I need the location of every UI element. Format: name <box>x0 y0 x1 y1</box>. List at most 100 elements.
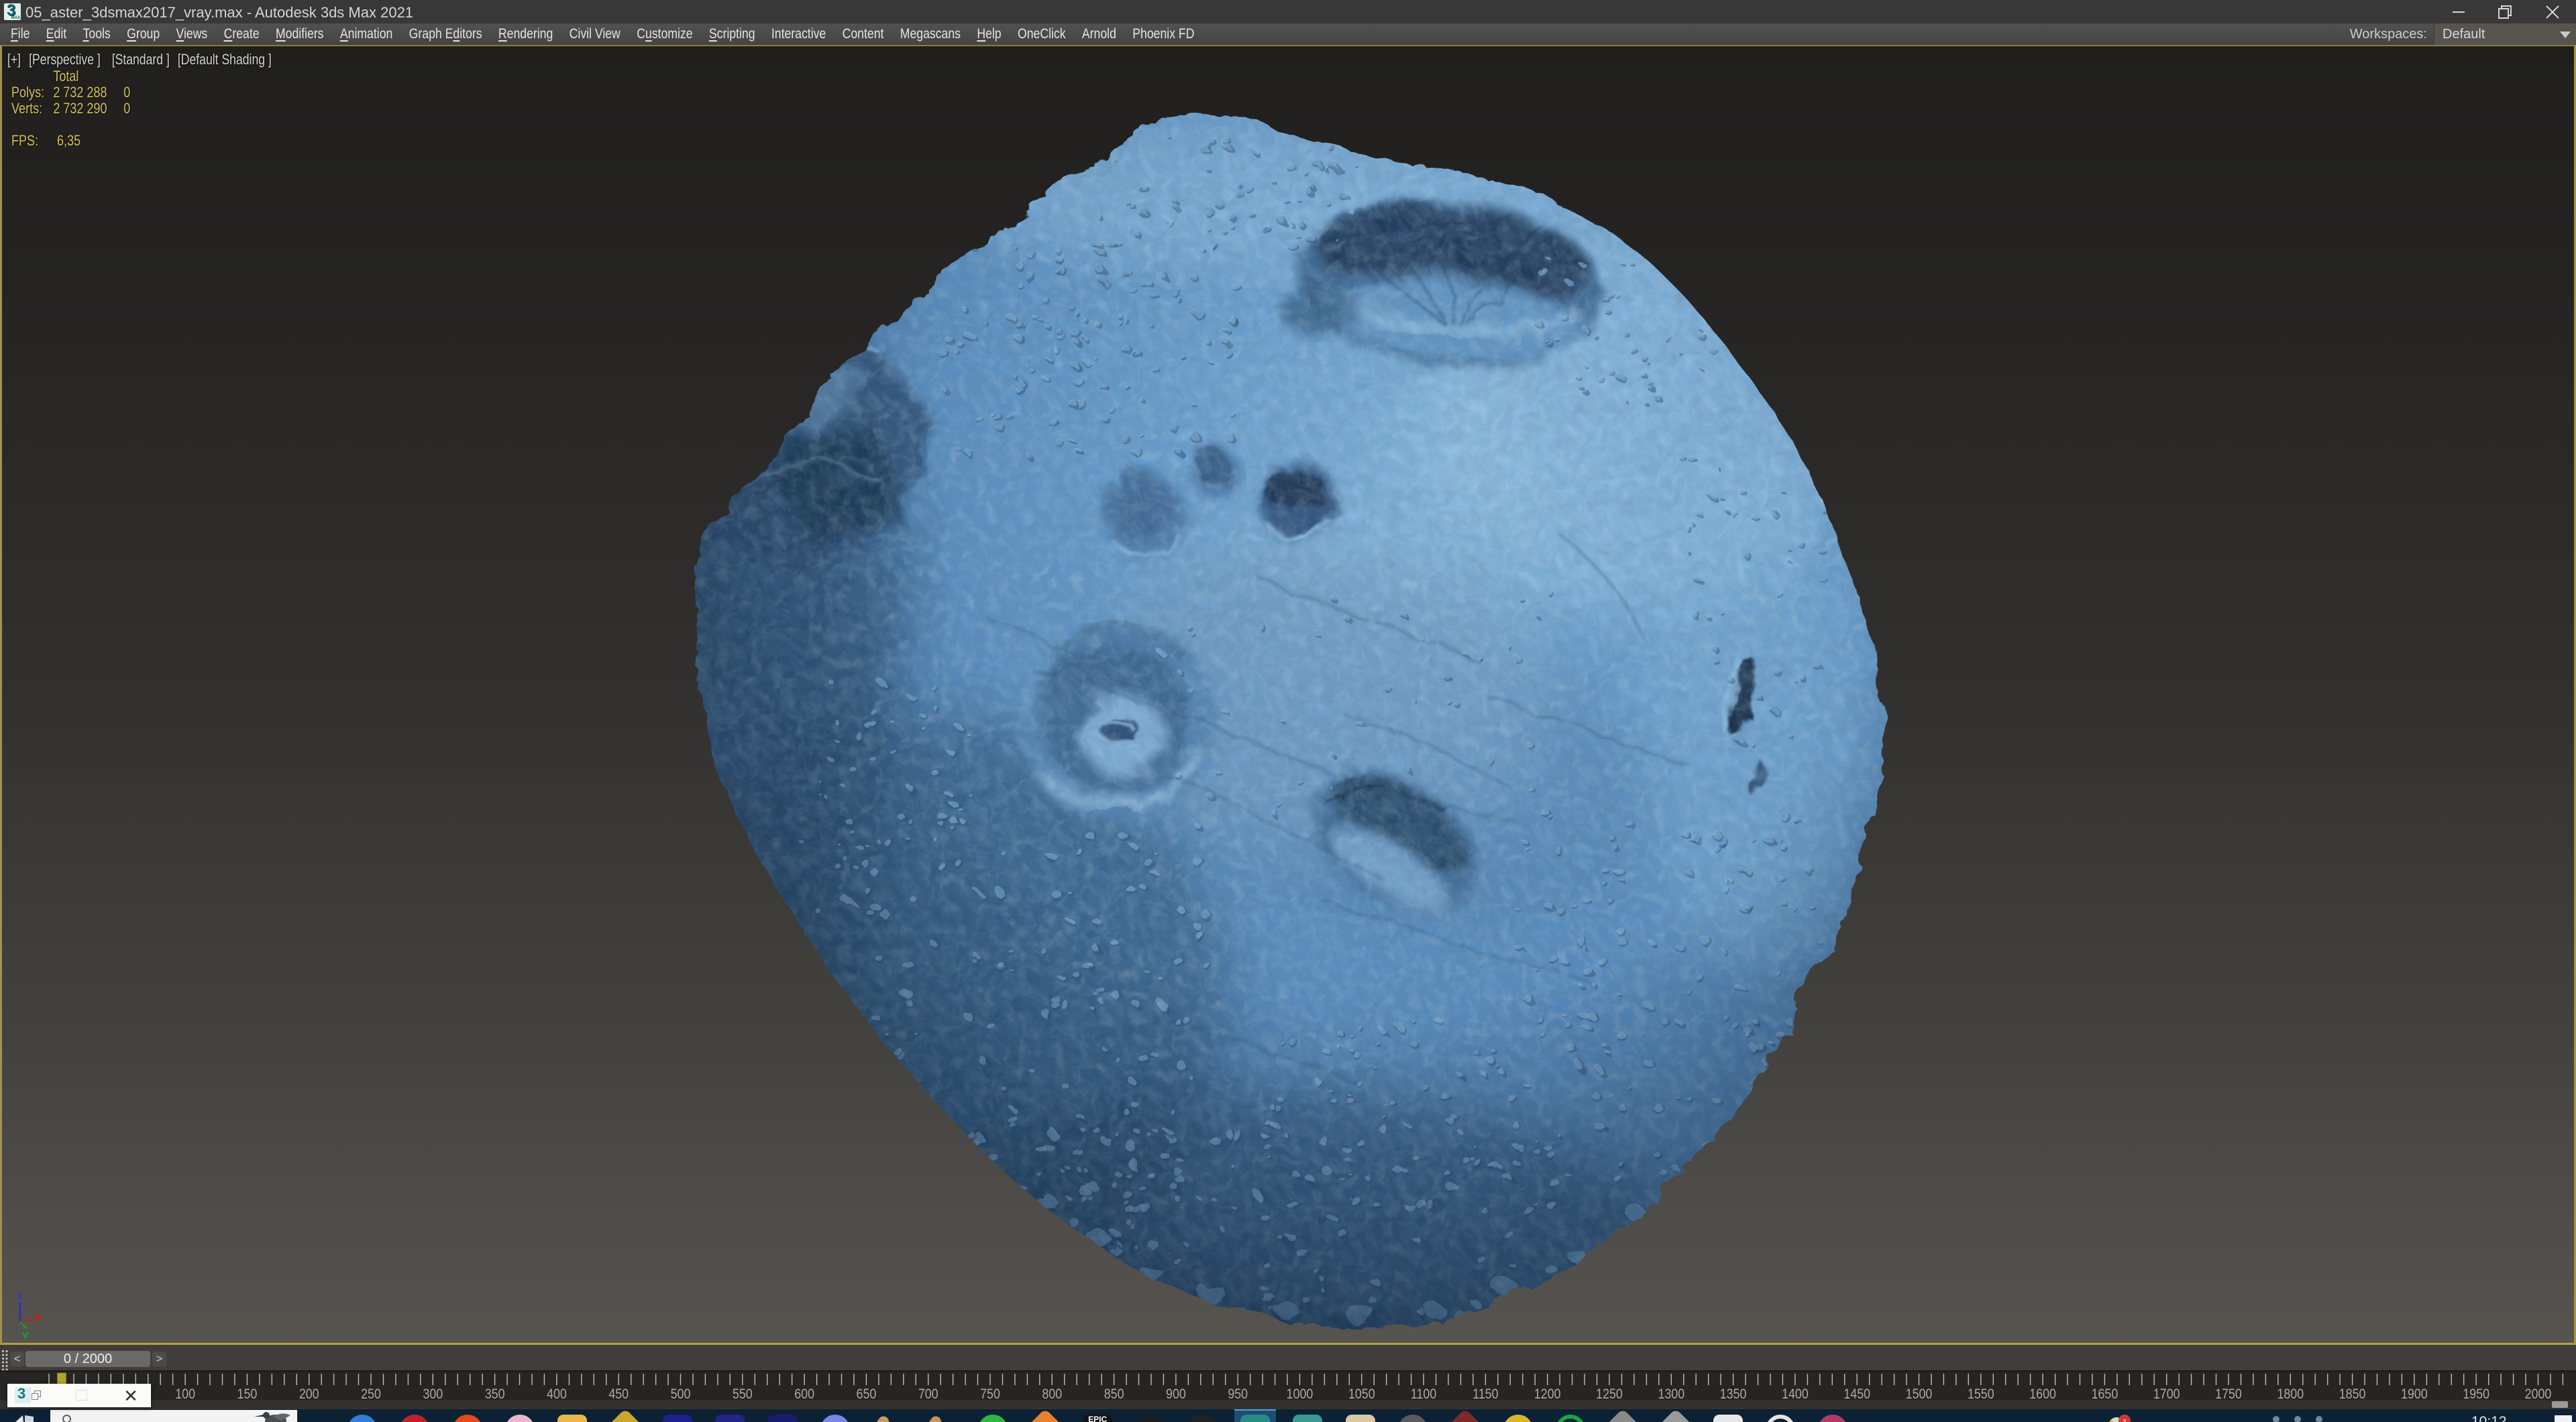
frame-label: 950 <box>1228 1386 1248 1402</box>
perspective-viewport[interactable]: [+] [Perspective ] [Standard ] [Default … <box>0 45 2576 1345</box>
frame-label: 1900 <box>2401 1386 2428 1402</box>
taskbar-icon-redblue-sphere[interactable] <box>1818 1415 1848 1422</box>
stats-row-delta: 0 <box>123 84 131 101</box>
workspaces-dropdown[interactable]: Default <box>2434 23 2576 45</box>
viewport-menu-general[interactable]: [+] <box>7 51 21 68</box>
menu-edit[interactable]: Edit <box>46 26 66 42</box>
frame-label: 250 <box>361 1386 381 1402</box>
windows-taskbar: EPIC 1 10:12 <box>0 1408 2576 1422</box>
trackbar-bottom-strip <box>0 1401 2576 1409</box>
frame-label: 1650 <box>2092 1386 2118 1402</box>
restore-button[interactable] <box>2482 0 2529 23</box>
menu-phoenix-fd[interactable]: Phoenix FD <box>1132 26 1194 42</box>
menu-graph-editors[interactable]: Graph Editors <box>409 26 482 42</box>
menu-interactive[interactable]: Interactive <box>771 26 826 42</box>
taskbar-icon-teal-app[interactable] <box>1293 1415 1323 1422</box>
tray-icon[interactable] <box>2316 1416 2322 1422</box>
3dsmax-icon: 3 <box>15 1387 31 1403</box>
taskbar-icon-whatsapp[interactable] <box>977 1415 1008 1422</box>
taskbar-icon-green-ring-app[interactable] <box>1555 1415 1585 1422</box>
frame-label: 1400 <box>1782 1386 1809 1402</box>
frame-label: 200 <box>299 1386 319 1402</box>
menu-animation[interactable]: Animation <box>340 26 392 42</box>
taskbar-icon-edge[interactable] <box>347 1415 377 1422</box>
viewport-menu-pov[interactable]: [Perspective ] <box>29 51 101 68</box>
taskbar-icon-tan-tool[interactable] <box>865 1414 892 1422</box>
taskbar-icon-dark-circle-app2[interactable] <box>1187 1415 1218 1422</box>
taskbar-icon-gray-circle-app[interactable] <box>1398 1415 1428 1422</box>
menu-help[interactable]: Help <box>977 26 1001 42</box>
menu-content[interactable]: Content <box>843 26 884 42</box>
taskbar-icon-opera[interactable] <box>400 1415 430 1422</box>
taskbar-icon-pink-app[interactable] <box>504 1415 535 1422</box>
frame-label: 1200 <box>1534 1386 1561 1402</box>
menu-scripting[interactable]: Scripting <box>709 26 755 42</box>
chevron-down-icon <box>2560 32 2571 38</box>
frame-counter-bar: < 0 / 2000 > <box>0 1345 2576 1370</box>
notification-center-icon[interactable] <box>2555 1415 2572 1422</box>
taskbar-icon-window-app[interactable] <box>1713 1415 1743 1422</box>
menu-modifiers[interactable]: Modifiers <box>276 26 324 42</box>
taskbar-icon-orange-diamond[interactable] <box>1024 1408 1067 1422</box>
menu-rendering[interactable]: Rendering <box>498 26 553 42</box>
axis-z-label: z <box>17 1289 23 1302</box>
taskbar-icon-blue-square-app2[interactable] <box>715 1415 745 1422</box>
taskbar-icon-yellow-circle-app[interactable] <box>1503 1415 1533 1422</box>
menu-items: File Edit Tools Group Views Create Modifiers An… <box>11 23 1194 45</box>
viewport-menu-shading[interactable]: [Default Shading ] <box>178 51 272 68</box>
taskbar-icon-white-circle-app[interactable] <box>1766 1415 1796 1422</box>
taskbar-icon-folder[interactable] <box>557 1415 588 1422</box>
taskbar-icon-navy-square-app[interactable] <box>767 1415 798 1422</box>
menu-civil-view[interactable]: Civil View <box>570 26 621 42</box>
stats-row: Verts: 2 732 290 0 <box>11 101 130 117</box>
taskbar-icon-gray-arrow-app[interactable] <box>1654 1408 1697 1422</box>
taskbar-icon-gold-star[interactable] <box>604 1408 646 1422</box>
world-axis-gizmo: z y <box>7 1287 54 1342</box>
menu-views[interactable]: Views <box>176 26 208 42</box>
taskbar-icon-darkred-diamond[interactable] <box>1444 1408 1487 1422</box>
frame-label: 1050 <box>1348 1386 1375 1402</box>
frame-label: 1450 <box>1843 1386 1870 1402</box>
tray-icon[interactable] <box>2294 1416 2301 1422</box>
menu-group[interactable]: Group <box>127 26 160 42</box>
taskbar-icon-clipboard-app[interactable] <box>1345 1415 1375 1422</box>
menu-arnold[interactable]: Arnold <box>1082 26 1116 42</box>
menu-oneclick[interactable]: OneClick <box>1018 26 1066 42</box>
frame-label: 1300 <box>1658 1386 1684 1402</box>
previous-frame-button[interactable]: < <box>9 1351 25 1367</box>
close-button[interactable] <box>2529 0 2576 23</box>
menu-megascans[interactable]: Megascans <box>900 26 961 42</box>
3dsmax-app-icon: 3 MAX <box>4 3 21 20</box>
menu-bar: File Edit Tools Group Views Create Modifiers An… <box>0 23 2576 45</box>
menu-customize[interactable]: Customize <box>637 26 692 42</box>
menu-tools[interactable]: Tools <box>83 26 111 42</box>
taskbar-icon-epic-games[interactable]: EPIC <box>1083 1415 1113 1422</box>
track-bar[interactable]: 100 150 200 250 300 350 400 450 500 550 600 650 700 7… <box>0 1370 2576 1402</box>
frame-label: 150 <box>237 1386 258 1402</box>
taskbar-icon-tan-tool2[interactable] <box>918 1414 944 1422</box>
workspaces-value: Default <box>2443 26 2485 42</box>
taskbar-icon-dark-circle-app[interactable] <box>1135 1415 1165 1422</box>
menu-file[interactable]: File <box>11 26 30 42</box>
trackbar-ruler: 100 150 200 250 300 350 400 450 500 550 600 650 700 7… <box>0 1372 2576 1402</box>
viewport-menu-renderlevel[interactable]: [Standard ] <box>112 51 170 68</box>
taskbar-preview-popup[interactable]: 3 ✕ <box>7 1384 151 1407</box>
taskbar-icon-reddish-app[interactable] <box>452 1415 482 1422</box>
asteroid-model[interactable] <box>681 105 1895 1333</box>
frame-label: 100 <box>175 1386 195 1402</box>
tray-icon[interactable] <box>2273 1416 2279 1422</box>
minimize-button[interactable] <box>2435 0 2482 23</box>
notification-badged-icon[interactable]: 1 <box>2108 1415 2131 1422</box>
taskbar-icon-3dsmax-active[interactable] <box>1240 1415 1271 1422</box>
taskbar-icon-gray-diamond[interactable] <box>1602 1408 1644 1422</box>
taskbar-icon-discord[interactable] <box>820 1415 850 1422</box>
trackbar-end-cap <box>2552 1401 2568 1408</box>
taskbar-clock[interactable]: 10:12 <box>2471 1414 2507 1422</box>
frame-label: 650 <box>857 1386 877 1402</box>
close-icon[interactable]: ✕ <box>123 1387 139 1405</box>
menu-create[interactable]: Create <box>224 26 260 42</box>
taskbar-icon-blue-square-app[interactable] <box>662 1415 692 1422</box>
frame-label: 1800 <box>2277 1386 2304 1402</box>
frame-counter-field[interactable]: 0 / 2000 <box>25 1351 150 1367</box>
next-frame-button[interactable]: > <box>152 1351 167 1367</box>
